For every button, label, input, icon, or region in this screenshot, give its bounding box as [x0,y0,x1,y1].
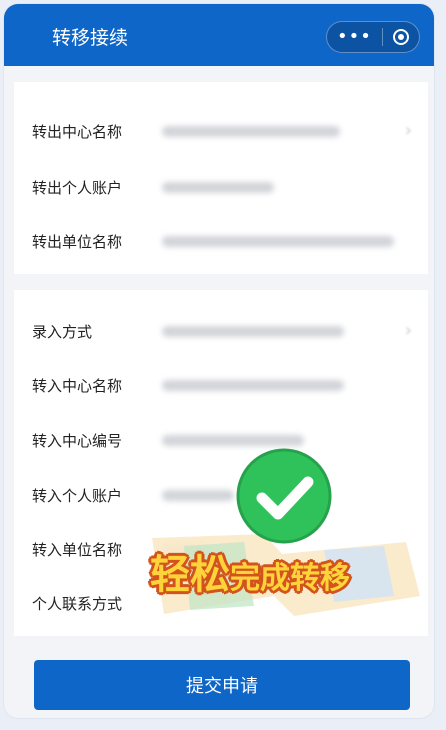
check-badge-icon [236,448,332,544]
blurred-value [162,236,394,247]
promo-slogan: 轻松完成转移 [150,542,350,600]
field-label: 录入方式 [32,323,93,341]
field-label: 转入单位名称 [32,541,123,559]
field-label: 转出个人账户 [32,179,123,197]
capsule-divider [381,28,383,46]
blurred-value [162,182,274,193]
promo-sticker: 轻松完成转移 [144,446,424,636]
mini-program-capsule: ••• [326,21,420,53]
form-row-entry-method[interactable]: 录入方式 › [14,308,428,354]
blurred-value [162,126,340,137]
blurred-value [162,435,304,446]
form-row-transfer-out-center[interactable]: 转出中心名称 › [14,108,428,154]
more-dots-icon[interactable]: ••• [337,28,372,46]
submit-application-button[interactable]: 提交申请 [34,660,410,710]
promo-small-text: 完成转移 [230,561,350,596]
field-label: 转入中心名称 [32,377,123,395]
form-row-transfer-out-employer[interactable]: 转出单位名称 [14,218,428,264]
form-row-transfer-out-account[interactable]: 转出个人账户 [14,164,428,210]
field-label: 转入个人账户 [32,487,123,505]
navigation-bar: 转移接续 ••• [4,4,434,66]
form-row-transfer-in-center[interactable]: 转入中心名称 [14,362,428,408]
field-label: 转出单位名称 [32,233,123,251]
chevron-right-icon: › [404,320,412,341]
field-label: 个人联系方式 [32,595,123,613]
target-circle-icon[interactable] [392,29,409,45]
blurred-value [162,326,344,337]
blurred-value [162,380,344,391]
promo-big-text: 轻松 [150,552,230,598]
chevron-right-icon: › [404,120,412,141]
field-label: 转出中心名称 [32,123,123,141]
page-title: 转移接续 [52,27,129,49]
field-label: 转入中心编号 [32,432,123,450]
transfer-out-card: 转出中心名称 › 转出个人账户 转出单位名称 [14,82,428,274]
